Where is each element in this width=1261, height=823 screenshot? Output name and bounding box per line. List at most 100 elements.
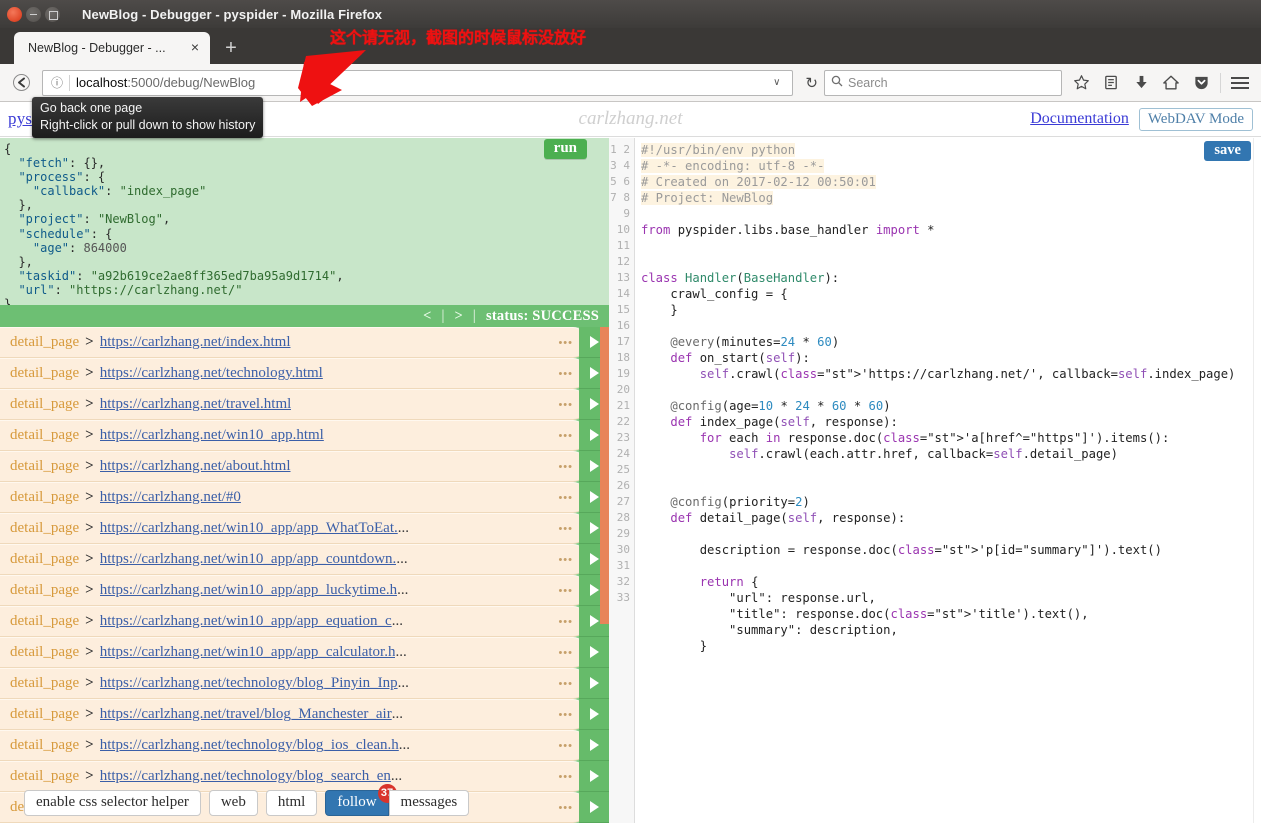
row-url-ellipsis: ... — [398, 520, 409, 537]
table-row[interactable]: detail_page>https://carlzhang.net/techno… — [0, 730, 587, 761]
row-url-link[interactable]: https://carlzhang.net/technology/blog_se… — [100, 768, 391, 785]
bookmark-star-icon[interactable] — [1066, 69, 1096, 97]
row-callback: detail_page — [0, 675, 79, 692]
row-more-icon[interactable]: ••• — [558, 399, 573, 411]
table-row[interactable]: detail_page>https://carlzhang.net/techno… — [0, 668, 587, 699]
row-url-link[interactable]: https://carlzhang.net/win10_app/app_coun… — [100, 551, 397, 568]
webdav-mode-button[interactable]: WebDAV Mode — [1139, 108, 1253, 131]
pocket-shield-icon[interactable] — [1186, 69, 1216, 97]
table-row[interactable]: detail_page>https://carlzhang.net/#0••• — [0, 482, 587, 513]
back-button[interactable] — [6, 68, 36, 98]
row-more-icon[interactable]: ••• — [558, 430, 573, 442]
row-url-link[interactable]: https://carlzhang.net/technology/blog_io… — [100, 737, 399, 754]
web-tab-button[interactable]: web — [209, 790, 258, 816]
row-url-link[interactable]: https://carlzhang.net/travel.html — [100, 396, 292, 413]
table-row[interactable]: detail_page>https://carlzhang.net/win10_… — [0, 606, 587, 637]
home-icon[interactable] — [1156, 69, 1186, 97]
table-row[interactable]: detail_page>https://carlzhang.net/win10_… — [0, 637, 587, 668]
row-callback: detail_page — [0, 427, 79, 444]
follow-task-list[interactable]: detail_page > https://carlzhang.net/index.… — [0, 327, 609, 823]
row-more-icon[interactable]: ••• — [558, 337, 573, 349]
reload-icon[interactable]: ↻ — [799, 74, 824, 92]
row-url-link[interactable]: https://carlzhang.net/technology/blog_Pi… — [100, 675, 398, 692]
left-panel-scrollbar[interactable] — [600, 327, 609, 823]
row-more-icon[interactable]: ••• — [558, 492, 573, 504]
table-row[interactable]: detail_page>https://carlzhang.net/win10_… — [0, 513, 587, 544]
row-url-link[interactable]: https://carlzhang.net/win10_app/app_equa… — [100, 613, 392, 630]
table-row[interactable]: detail_page>https://carlzhang.net/travel… — [0, 699, 587, 730]
minimize-window-icon[interactable] — [26, 7, 41, 22]
row-more-icon[interactable]: ••• — [558, 368, 573, 380]
close-window-icon[interactable] — [7, 7, 22, 22]
documentation-link[interactable]: Documentation — [1030, 110, 1129, 128]
window-title: NewBlog - Debugger - pyspider - Mozilla … — [0, 7, 1261, 22]
row-more-icon[interactable]: ••• — [558, 523, 573, 535]
url-host: localhost — [76, 75, 127, 90]
search-input[interactable]: Search — [824, 70, 1062, 96]
hamburger-menu-icon[interactable] — [1225, 69, 1255, 97]
row-more-icon[interactable]: ••• — [558, 740, 573, 752]
play-icon — [590, 615, 599, 627]
row-callback: detail_page — [0, 582, 79, 599]
code-editor-panel[interactable]: 1 2 3 4 5 6 7 8 9 10 11 12 13 14 15 16 1… — [609, 138, 1261, 823]
row-more-icon[interactable]: ••• — [558, 616, 573, 628]
row-url-link[interactable]: https://carlzhang.net/technology.html — [100, 365, 323, 382]
enable-css-selector-helper-button[interactable]: enable css selector helper — [24, 790, 201, 816]
table-row[interactable]: detail_page>https://carlzhang.net/win10_… — [0, 575, 587, 606]
download-icon[interactable] — [1126, 69, 1156, 97]
row-url-link[interactable]: https://carlzhang.net/index.html — [100, 334, 291, 351]
row-more-icon[interactable]: ••• — [558, 709, 573, 721]
html-tab-button[interactable]: html — [266, 790, 318, 816]
run-button[interactable]: run — [544, 139, 587, 159]
view-mode-group: web — [209, 790, 258, 816]
row-more-icon[interactable]: ••• — [558, 554, 573, 566]
search-icon — [831, 75, 843, 90]
library-icon[interactable] — [1096, 69, 1126, 97]
tab-newblog-debugger[interactable]: NewBlog - Debugger - ... × — [14, 32, 210, 64]
play-icon — [590, 770, 599, 782]
follow-tab-button[interactable]: follow37 — [325, 790, 388, 816]
table-row[interactable]: detail_page>https://carlzhang.net/techno… — [0, 358, 587, 389]
row-url-ellipsis: ... — [391, 768, 402, 785]
table-row[interactable]: detail_page>https://carlzhang.net/win10_… — [0, 420, 587, 451]
row-more-icon[interactable]: ••• — [558, 678, 573, 690]
row-callback: detail_page — [0, 334, 79, 351]
maximize-window-icon[interactable] — [45, 7, 60, 22]
row-url-link[interactable]: https://carlzhang.net/#0 — [100, 489, 241, 506]
url-bar[interactable]: ⓘ localhost:5000/debug/NewBlog ∨ — [42, 70, 793, 96]
prev-result-button[interactable]: < — [413, 308, 441, 325]
row-url-link[interactable]: https://carlzhang.net/win10_app.html — [100, 427, 324, 444]
messages-tab-button[interactable]: messages — [389, 790, 470, 816]
row-url-link[interactable]: https://carlzhang.net/win10_app/app_calc… — [100, 644, 396, 661]
row-url-link[interactable]: https://carlzhang.net/win10_app/app_luck… — [100, 582, 397, 599]
identity-info-icon[interactable]: ⓘ — [47, 74, 67, 91]
table-row[interactable]: detail_page>https://carlzhang.net/win10_… — [0, 544, 587, 575]
editor-code[interactable]: #!/usr/bin/env python # -*- encoding: ut… — [635, 138, 1261, 823]
editor-scrollbar[interactable] — [1253, 138, 1261, 823]
table-row[interactable]: detail_page>https://carlzhang.net/travel… — [0, 389, 587, 420]
table-row[interactable]: detail_page>https://carlzhang.net/about.… — [0, 451, 587, 482]
row-more-icon[interactable]: ••• — [558, 771, 573, 783]
row-separator: > — [79, 520, 100, 537]
table-row[interactable]: detail_page>https://carlzhang.net/index.… — [0, 327, 587, 358]
search-placeholder: Search — [848, 76, 888, 90]
row-url-link[interactable]: https://carlzhang.net/win10_app/app_What… — [100, 520, 398, 537]
row-more-icon[interactable]: ••• — [558, 802, 573, 814]
row-url-link[interactable]: https://carlzhang.net/about.html — [100, 458, 291, 475]
debugger-body: { "fetch": {}, "process": { "callback": … — [0, 138, 1261, 823]
row-callback: detail_page — [0, 644, 79, 661]
row-url-link[interactable]: https://carlzhang.net/travel/blog_Manche… — [100, 706, 392, 723]
follow-label: follow — [337, 794, 376, 810]
play-icon — [590, 367, 599, 379]
new-tab-button[interactable]: + — [214, 34, 248, 64]
window-controls — [0, 7, 60, 22]
chevron-down-icon[interactable]: ∨ — [765, 77, 788, 88]
next-result-button[interactable]: > — [445, 308, 473, 325]
row-more-icon[interactable]: ••• — [558, 585, 573, 597]
row-more-icon[interactable]: ••• — [558, 647, 573, 659]
save-button[interactable]: save — [1204, 141, 1251, 161]
tab-close-icon[interactable]: × — [186, 39, 204, 57]
row-more-icon[interactable]: ••• — [558, 461, 573, 473]
table-row[interactable]: detail_page>https://carlzhang.net/techno… — [0, 761, 587, 792]
scrollbar-thumb[interactable] — [600, 327, 609, 624]
